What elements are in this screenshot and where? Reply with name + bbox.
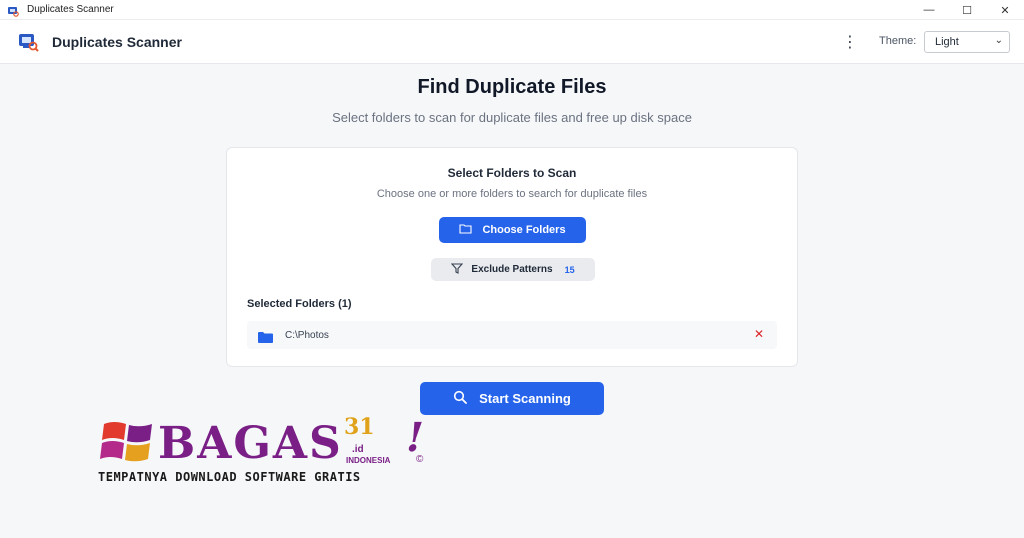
choose-folders-button[interactable]: Choose Folders [439, 217, 586, 243]
page-subtitle: Select folders to scan for duplicate fil… [332, 110, 692, 125]
watermark-exclamation: ! [401, 414, 429, 461]
chevron-down-icon: ⌄ [994, 35, 1003, 46]
watermark-tagline: TEMPATNYA DOWNLOAD SOFTWARE GRATIS [98, 470, 361, 484]
theme-label: Theme: [879, 35, 917, 47]
card-description: Choose one or more folders to search for… [376, 188, 648, 200]
folder-icon [258, 330, 273, 343]
start-scanning-button[interactable]: Start Scanning [420, 382, 604, 415]
exclude-patterns-label: Exclude Patterns [471, 264, 553, 275]
window-title: Duplicates Scanner [27, 4, 114, 15]
app-name: Duplicates Scanner [52, 33, 182, 50]
kebab-menu-icon[interactable]: ⋮ [840, 32, 860, 52]
page-title: Find Duplicate Files [417, 76, 607, 98]
start-scanning-label: Start Scanning [479, 391, 571, 406]
folder-path: C:\Photos [285, 329, 329, 341]
selected-folders-heading: Selected Folders (1) [247, 298, 352, 310]
theme-select[interactable]: Light ⌄ [924, 31, 1010, 53]
exclude-count-badge: 15 [564, 264, 575, 275]
app-logo-icon [17, 31, 39, 53]
exclude-patterns-button[interactable]: Exclude Patterns 15 [431, 258, 595, 281]
minimize-button[interactable]: — [910, 0, 948, 20]
close-window-button[interactable]: ✕ [986, 0, 1024, 20]
search-icon [453, 390, 468, 407]
watermark-number: 31 [344, 414, 375, 440]
selected-folder-item: C:\Photos ✕ [247, 321, 777, 349]
choose-folders-label: Choose Folders [482, 224, 566, 236]
watermark-copyright: © [416, 454, 424, 465]
theme-select-value: Light [935, 36, 959, 48]
windows-flag-logo-icon [100, 418, 156, 464]
card-title: Select Folders to Scan [447, 166, 577, 180]
remove-folder-icon[interactable]: ✕ [754, 327, 764, 341]
watermark-brand: BAGAS [158, 418, 343, 469]
watermark-country: INDONESIA [346, 456, 391, 465]
folder-selection-card: Select Folders to Scan Choose one or mor… [226, 147, 798, 367]
watermark-tld: .id [352, 444, 364, 455]
filter-icon [451, 262, 464, 277]
app-header: Duplicates Scanner ⋮ Theme: Light ⌄ [0, 20, 1024, 64]
bagas31-watermark: BAGAS 31 .id INDONESIA ! © TEMPATNYA DOW… [98, 414, 438, 489]
window-titlebar: Duplicates Scanner — ☐ ✕ [0, 0, 1024, 20]
maximize-button[interactable]: ☐ [948, 0, 986, 20]
folder-outline-icon [459, 223, 472, 237]
app-window-icon [7, 4, 19, 17]
